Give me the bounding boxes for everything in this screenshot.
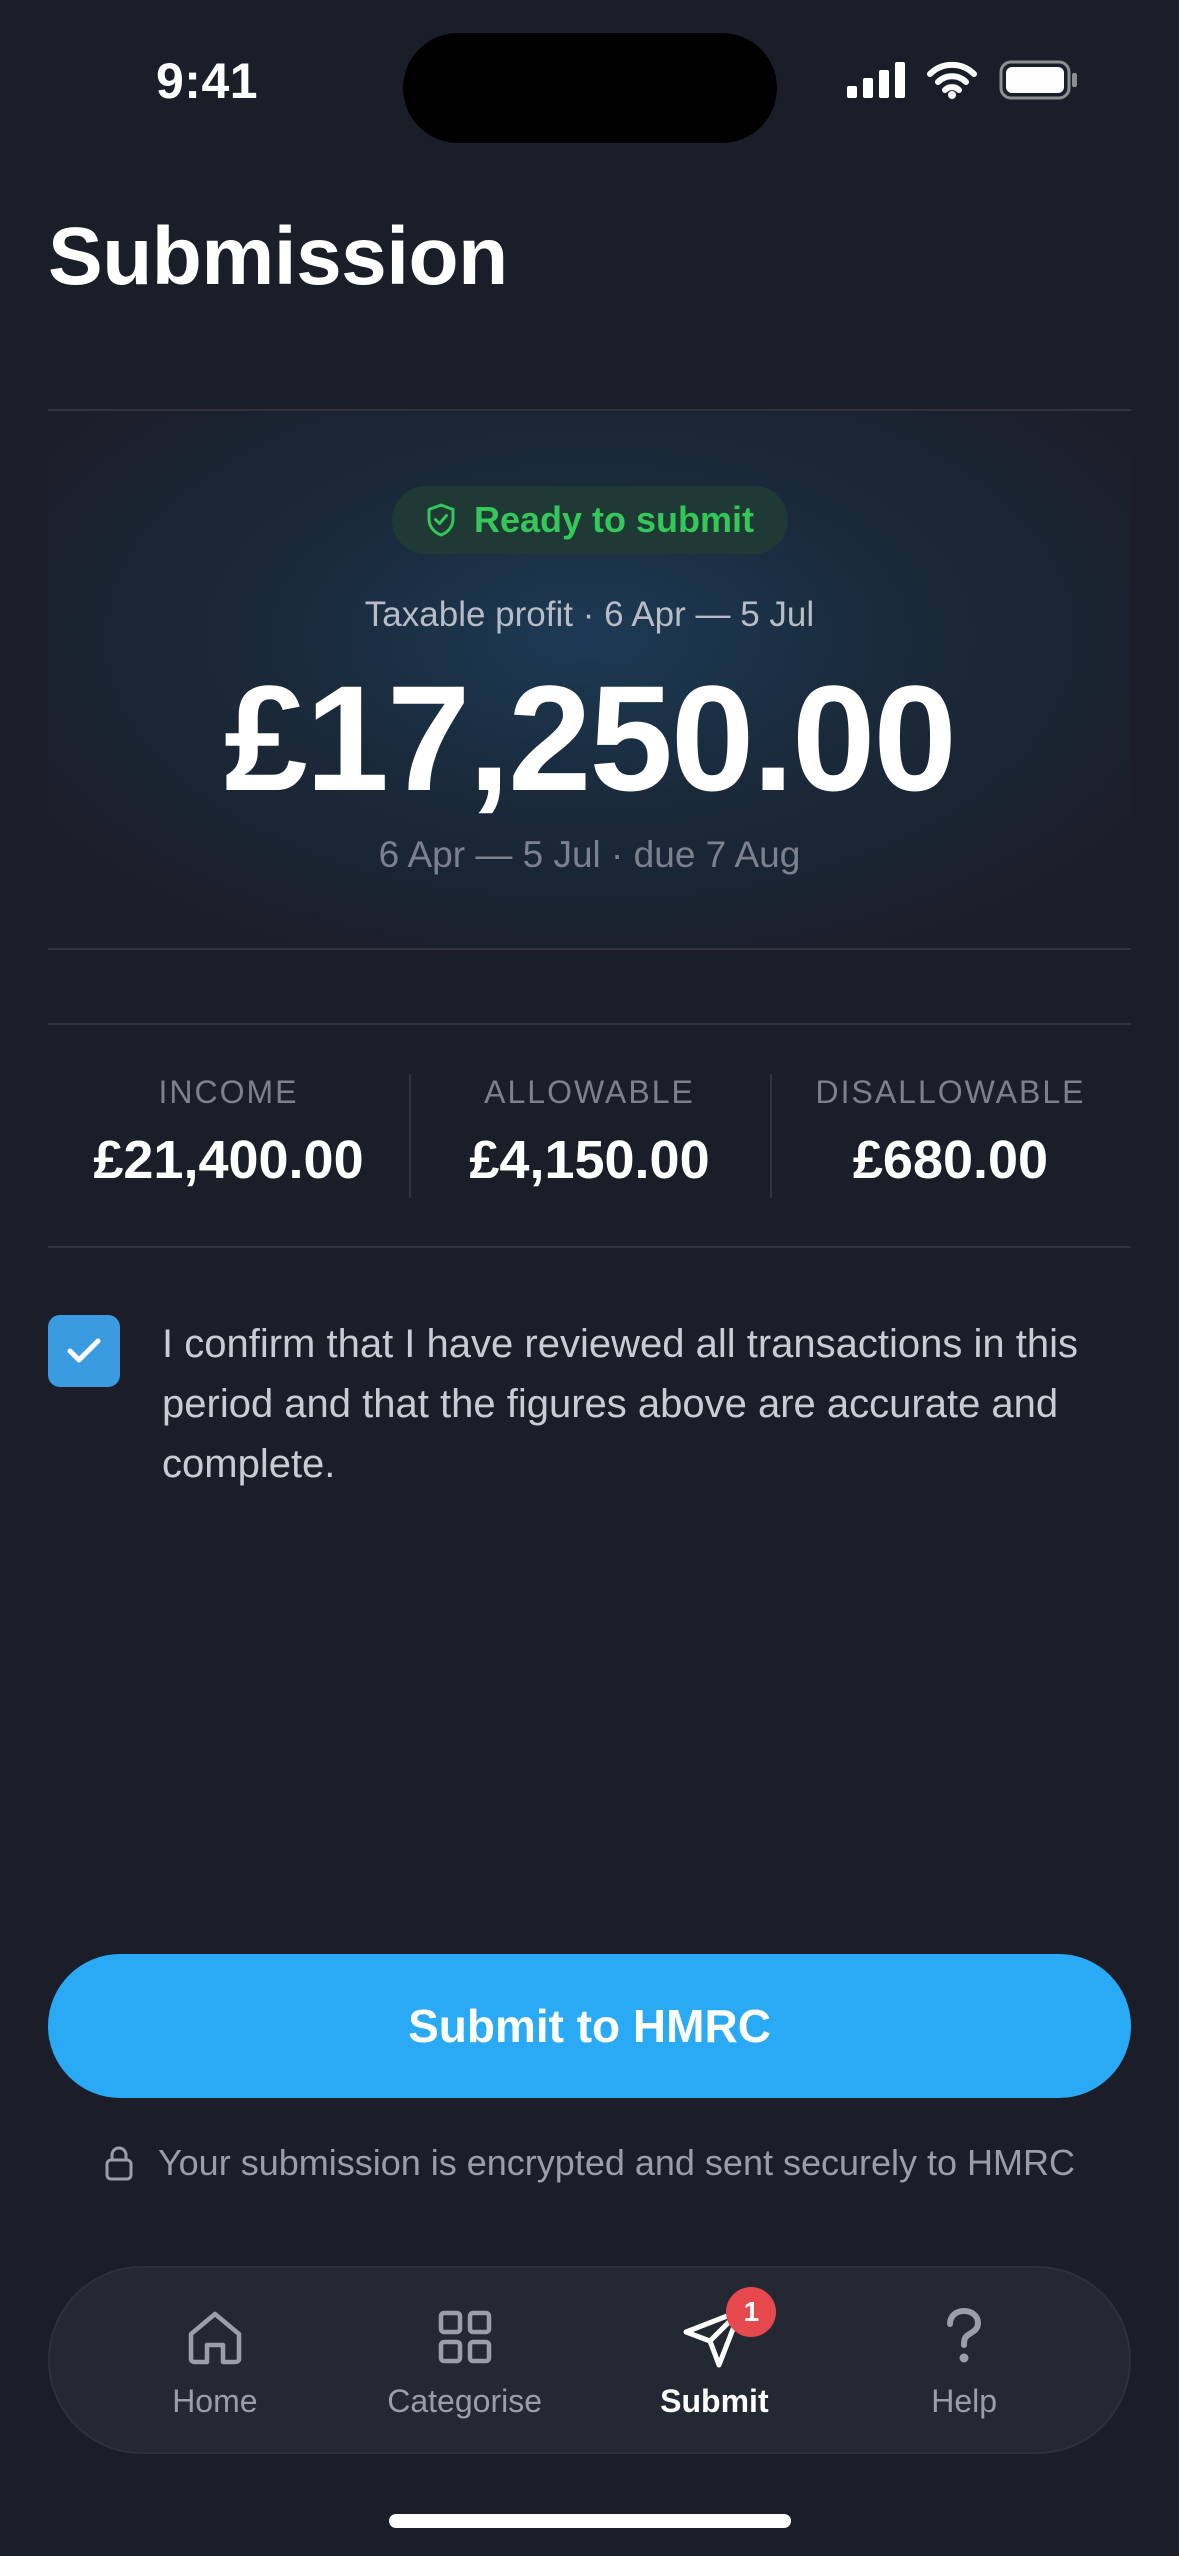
divider: [48, 409, 1131, 411]
period-due-date: 6 Apr — 5 Jul · due 7 Aug: [378, 834, 801, 875]
tab-label: Categorise: [387, 2382, 542, 2419]
battery-icon: [999, 60, 1077, 100]
stat-label: DISALLOWABLE: [815, 1074, 1086, 1110]
secure-note: Your submission is encrypted and sent se…: [0, 2142, 1179, 2184]
divider: [48, 948, 1131, 950]
tab-label: Submit: [660, 2382, 769, 2419]
stat-label: ALLOWABLE: [484, 1074, 695, 1110]
stat-label: INCOME: [158, 1074, 299, 1110]
tab-label: Home: [172, 2382, 258, 2419]
grid-icon: [438, 2310, 491, 2363]
tab-home[interactable]: Home: [115, 2301, 315, 2420]
stat-value: £21,400.00: [93, 1130, 364, 1190]
tab-categorise[interactable]: Categorise: [365, 2301, 565, 2420]
shield-check-icon: [427, 503, 455, 537]
taxable-profit-amount: £17,250.00: [224, 654, 957, 822]
stat-value: £4,150.00: [469, 1130, 710, 1190]
tab-submit[interactable]: 1 Submit: [614, 2286, 814, 2420]
home-indicator[interactable]: [389, 2514, 791, 2528]
summary-stats: INCOME £21,400.00 ALLOWABLE £4,150.00 DI…: [48, 1026, 1131, 1246]
question-icon: [947, 2307, 982, 2362]
stat-income: INCOME £21,400.00: [48, 1026, 409, 1246]
stat-disallowable: DISALLOWABLE £680.00: [770, 1026, 1131, 1246]
submit-to-hmrc-button[interactable]: Submit to HMRC: [48, 1954, 1131, 2098]
stat-allowable: ALLOWABLE £4,150.00: [409, 1026, 770, 1246]
secure-note-text: Your submission is encrypted and sent se…: [157, 2142, 1076, 2183]
confirm-checkbox[interactable]: [48, 1315, 120, 1387]
profit-summary-card: Ready to submit Taxable profit · 6 Apr —…: [48, 412, 1131, 948]
divider: [48, 1246, 1131, 1248]
confirm-text[interactable]: I confirm that I have reviewed all trans…: [162, 1314, 1122, 1494]
stat-value: £680.00: [852, 1130, 1049, 1190]
dynamic-island: [403, 33, 777, 143]
profit-subtitle: Taxable profit · 6 Apr — 5 Jul: [364, 595, 815, 634]
tab-bar: Home Categorise 1 Submit Help: [48, 2266, 1131, 2454]
tab-label: Help: [931, 2382, 998, 2419]
status-time: 9:41: [156, 53, 259, 109]
status-badge-label: Ready to submit: [473, 499, 755, 540]
notification-badge: 1: [726, 2286, 777, 2337]
home-icon: [188, 2311, 242, 2364]
divider: [48, 1023, 1131, 1025]
checkmark-icon: [67, 1338, 101, 1363]
lock-icon: [105, 2146, 133, 2181]
page-title: Submission: [48, 211, 508, 302]
wifi-icon: [927, 61, 977, 99]
status-badge: Ready to submit: [392, 486, 788, 554]
cellular-signal-icon: [847, 62, 905, 98]
status-icons: [847, 60, 1079, 100]
tab-help[interactable]: Help: [864, 2301, 1064, 2420]
